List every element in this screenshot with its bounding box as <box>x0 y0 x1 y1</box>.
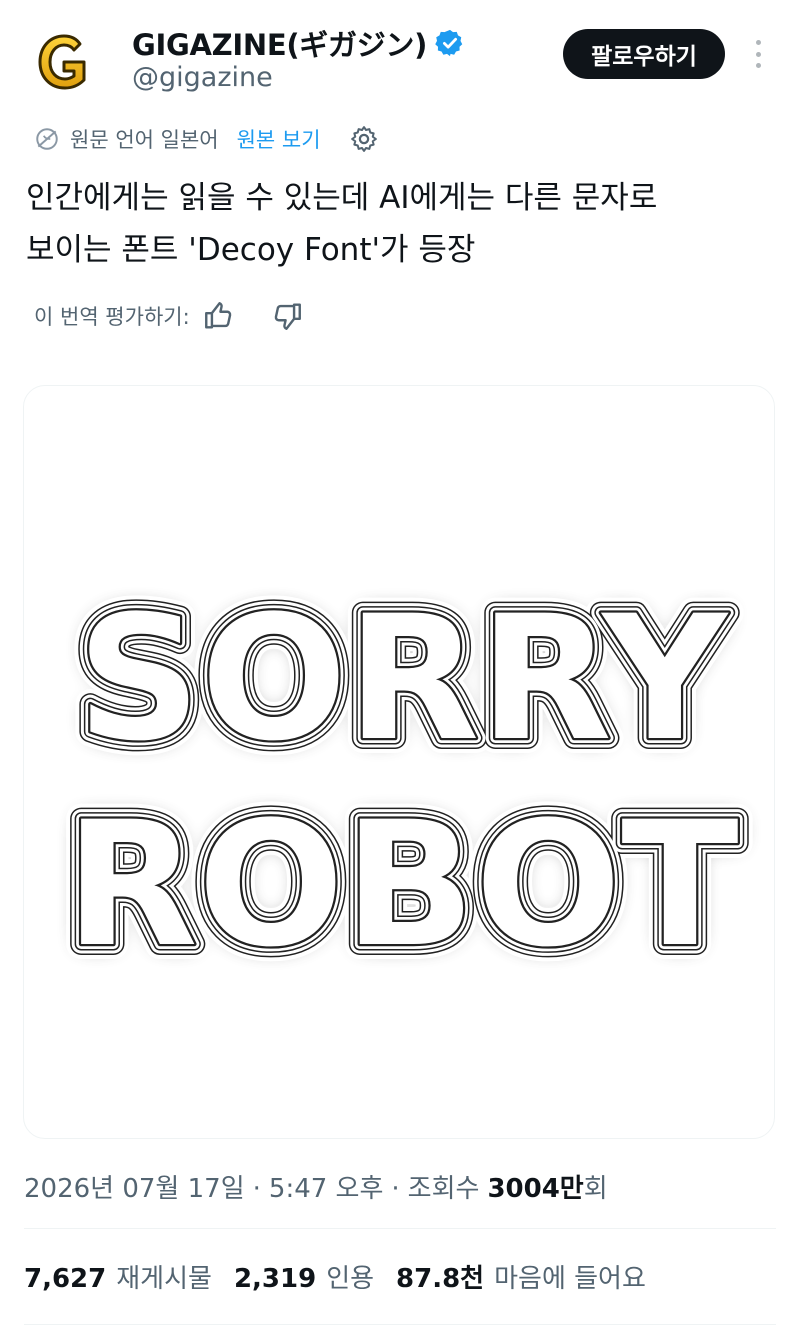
quotes-count[interactable]: 2,319 <box>234 1264 316 1294</box>
rate-label: 이 번역 평가하기: <box>34 305 190 329</box>
tweet-text: 인간에게는 읽을 수 있는데 AI에게는 다른 문자로 보이는 폰트 'Deco… <box>26 172 766 276</box>
source-language: 원문 언어 일본어 <box>70 128 219 152</box>
views-label: 조회수 <box>407 1174 480 1204</box>
likes-label[interactable]: 마음에 들어요 <box>494 1258 646 1295</box>
divider <box>24 1228 776 1229</box>
views-suffix: 회 <box>583 1174 608 1204</box>
divider <box>24 1324 776 1325</box>
decoy-font-image: SORRY SORRY SORRY SORRY SORRY SORRY SORR… <box>50 563 753 1000</box>
meta-separator: · <box>252 1174 261 1204</box>
views-count: 3004만 <box>487 1174 584 1204</box>
image-text-fill: ROBOT <box>65 784 738 985</box>
thumbs-down-icon[interactable] <box>270 299 304 333</box>
handle[interactable]: @gigazine <box>132 62 273 93</box>
tweet-date[interactable]: 2026년 07월 17일 <box>24 1168 245 1205</box>
translate-icon <box>36 128 58 150</box>
more-dots-icon[interactable] <box>748 36 768 72</box>
image-text-fill: SORRY <box>77 578 730 779</box>
meta-separator: · <box>391 1174 400 1204</box>
quotes-label[interactable]: 인용 <box>326 1258 374 1295</box>
tweet-image[interactable]: SORRY SORRY SORRY SORRY SORRY SORRY SORR… <box>23 385 775 1139</box>
gigazine-logo <box>38 34 86 90</box>
follow-button[interactable]: 팔로우하기 <box>563 29 725 79</box>
reposts-label[interactable]: 재게시물 <box>116 1258 212 1295</box>
tweet-time[interactable]: 5:47 오후 <box>269 1168 384 1205</box>
tweet-header: GIGAZINE(ギガジン) @gigazine 팔로우하기 <box>0 0 800 110</box>
likes-count[interactable]: 87.8천 <box>396 1258 484 1295</box>
tweet-meta: 2026년 07월 17일 · 5:47 오후 · 조회수 3004만 회 <box>24 1168 608 1205</box>
verified-badge-icon <box>435 29 463 57</box>
avatar[interactable] <box>28 24 104 100</box>
reposts-count[interactable]: 7,627 <box>24 1264 106 1294</box>
translation-bar: 원문 언어 일본어 원본 보기 <box>34 122 379 156</box>
name-row: GIGAZINE(ギガジン) <box>132 22 465 64</box>
display-name[interactable]: GIGAZINE(ギガジン) <box>132 22 427 64</box>
engagement-stats: 7,627 재게시물 2,319 인용 87.8천 마음에 들어요 <box>24 1258 668 1295</box>
tweet-text-line: 인간에게는 읽을 수 있는데 AI에게는 다른 문자로 <box>26 180 658 216</box>
tweet-text-line: 보이는 폰트 'Decoy Font'가 등장 <box>26 232 476 268</box>
rate-translation: 이 번역 평가하기: <box>34 296 304 336</box>
gear-icon[interactable] <box>349 124 379 154</box>
view-original-link[interactable]: 원본 보기 <box>237 124 321 154</box>
thumbs-up-icon[interactable] <box>202 299 236 333</box>
